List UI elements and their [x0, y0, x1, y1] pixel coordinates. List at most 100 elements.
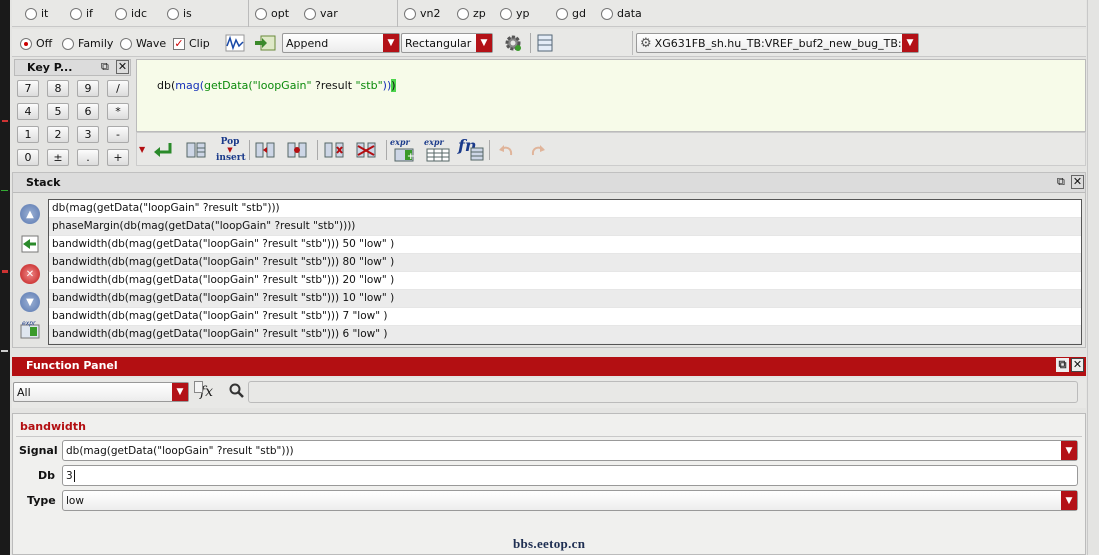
copy-stack-icon[interactable]	[184, 139, 208, 161]
radio-yp[interactable]: yp	[500, 7, 530, 20]
keypad-grid: 7 8 9 / 4 5 6 * 1 2 3 - 0 ± . +	[17, 80, 131, 166]
key-1[interactable]: 1	[17, 126, 39, 143]
waveform-icon[interactable]	[223, 32, 247, 54]
close-icon[interactable]: ✕	[116, 60, 129, 74]
text-cursor	[73, 469, 75, 482]
stack-to-buffer-icon[interactable]	[18, 233, 42, 255]
expr-table-button[interactable]: expr	[424, 137, 452, 163]
search-icon[interactable]	[229, 383, 245, 402]
stack-new-expr-icon[interactable]: expr	[18, 319, 42, 341]
stack-item[interactable]: bandwidth(db(mag(getData("loopGain" ?res…	[49, 326, 1081, 344]
enter-icon[interactable]	[151, 139, 175, 161]
test-select[interactable]: ⚙ XG631FB_sh.hu_TB:VREF_buf2_new_bug_TB:…	[636, 33, 919, 53]
radio-if[interactable]: if	[70, 7, 93, 20]
type-select[interactable]: low ▼	[62, 490, 1078, 511]
delete-entry-icon[interactable]	[322, 139, 346, 161]
clear-all-icon[interactable]	[354, 139, 378, 161]
radio-var[interactable]: var	[304, 7, 338, 20]
function-form: bandwidth Signal db(mag(getData("loopGai…	[12, 413, 1086, 555]
expression-buffer[interactable]: db(mag(getData("loopGain" ?result "stb")…	[136, 59, 1086, 132]
stack-delete-icon[interactable]: ✕	[20, 264, 40, 284]
radio-data[interactable]: data	[601, 7, 642, 20]
key-6[interactable]: 6	[77, 103, 99, 120]
settings-gear-icon[interactable]	[501, 32, 525, 54]
stack-item[interactable]: bandwidth(db(mag(getData("loopGain" ?res…	[49, 290, 1081, 308]
key-5[interactable]: 5	[47, 103, 69, 120]
stack-up-icon[interactable]: ▲	[20, 204, 40, 224]
key-9[interactable]: 9	[77, 80, 99, 97]
chevron-down-icon: ▼	[172, 383, 188, 401]
signal-select[interactable]: db(mag(getData("loopGain" ?result "stb")…	[62, 440, 1078, 461]
search-input[interactable]	[248, 381, 1078, 403]
radio-vn2[interactable]: vn2	[404, 7, 440, 20]
radio-zp[interactable]: zp	[457, 7, 486, 20]
key-8[interactable]: 8	[47, 80, 69, 97]
stack-item[interactable]: bandwidth(db(mag(getData("loopGain" ?res…	[49, 236, 1081, 254]
type-label: Type	[27, 494, 56, 507]
expression-toolbar: ▼ Pop ▼ insert expr + expr fn	[136, 132, 1086, 166]
mode-wave-radio[interactable]: Wave	[120, 37, 166, 50]
fx-icon[interactable]: fx	[193, 380, 217, 404]
swap-down-icon[interactable]	[253, 139, 277, 161]
key-minus[interactable]: -	[107, 126, 129, 143]
chevron-down-icon: ▼	[476, 34, 492, 52]
stack-panel: Stack ⧉ ✕ ▲ ✕ ▼ expr db(mag(getData("loo…	[12, 172, 1086, 348]
send-to-plot-icon[interactable]	[253, 32, 277, 54]
toolbar-menu-arrow[interactable]: ▼	[139, 145, 145, 154]
stack-title: Stack	[26, 176, 61, 189]
pop-insert-button[interactable]: Pop ▼ insert	[216, 137, 246, 163]
format-select[interactable]: Rectangular ▼	[401, 33, 493, 53]
key-multiply[interactable]: *	[107, 103, 129, 120]
stack-item[interactable]: bandwidth(db(mag(getData("loopGain" ?res…	[49, 272, 1081, 290]
key-7[interactable]: 7	[17, 80, 39, 97]
stack-item[interactable]: phaseMargin(db(mag(getData("loopGain" ?r…	[49, 218, 1081, 236]
float-icon[interactable]: ⧉	[1056, 358, 1069, 372]
chevron-down-icon: ▼	[902, 34, 918, 52]
stack-item[interactable]: db(mag(getData("loopGain" ?result "stb")…	[49, 200, 1081, 218]
radio-idc[interactable]: idc	[115, 7, 147, 20]
db-input[interactable]: 3	[62, 465, 1078, 486]
keypad-header: Key P... ⧉ ✕	[14, 59, 131, 76]
key-2[interactable]: 2	[47, 126, 69, 143]
radio-opt[interactable]: opt	[255, 7, 289, 20]
expression-text: db(mag(getData("loopGain" ?result "stb")…	[157, 79, 396, 92]
keypad-panel: Key P... ⧉ ✕ 7 8 9 / 4 5 6 * 1 2 3 - 0 ±…	[14, 59, 131, 169]
redo-icon[interactable]	[526, 139, 550, 161]
float-icon[interactable]: ⧉	[1057, 175, 1065, 189]
key-4[interactable]: 4	[17, 103, 39, 120]
clip-checkbox[interactable]: ✓ Clip	[173, 37, 210, 50]
key-divide[interactable]: /	[107, 80, 129, 97]
calculator-toolbar: Off Family Wave ✓ Clip Append ▼ Rectangul…	[12, 29, 1086, 57]
function-panel-header: Function Panel ⧉ ✕	[12, 357, 1086, 376]
table-icon[interactable]	[533, 32, 557, 54]
close-icon[interactable]: ✕	[1071, 175, 1084, 189]
radio-it[interactable]: it	[25, 7, 48, 20]
stack-item[interactable]: bandwidth(db(mag(getData("loopGain" ?res…	[49, 254, 1081, 272]
chevron-down-icon: ▼	[1061, 491, 1077, 510]
function-panel-title: Function Panel	[26, 359, 118, 372]
new-expr-button[interactable]: expr +	[390, 137, 418, 163]
key-3[interactable]: 3	[77, 126, 99, 143]
key-decimal[interactable]: .	[77, 149, 99, 166]
close-icon[interactable]: ✕	[1071, 358, 1084, 372]
mode-off-radio[interactable]: Off	[20, 37, 52, 50]
stack-item[interactable]: bandwidth(db(mag(getData("loopGain" ?res…	[49, 308, 1081, 326]
key-plus[interactable]: +	[107, 149, 129, 166]
stack-list: db(mag(getData("loopGain" ?result "stb")…	[48, 199, 1082, 345]
category-select[interactable]: All ▼	[13, 382, 189, 402]
svg-text:+: +	[407, 152, 414, 162]
mode-family-radio[interactable]: Family	[62, 37, 113, 50]
right-edge-strip	[1087, 0, 1099, 555]
key-plusminus[interactable]: ±	[47, 149, 69, 166]
radio-is[interactable]: is	[167, 7, 192, 20]
undo-icon[interactable]	[494, 139, 518, 161]
radio-gd[interactable]: gd	[556, 7, 586, 20]
key-0[interactable]: 0	[17, 149, 39, 166]
watermark: bbs.eetop.cn	[513, 536, 586, 551]
stack-down-icon[interactable]: ▼	[20, 292, 40, 312]
svg-text:expr: expr	[22, 320, 36, 327]
float-icon[interactable]: ⧉	[101, 60, 109, 74]
plot-mode-select[interactable]: Append ▼	[282, 33, 400, 53]
swap-up-icon[interactable]	[285, 139, 309, 161]
function-button[interactable]: fn	[458, 137, 484, 163]
